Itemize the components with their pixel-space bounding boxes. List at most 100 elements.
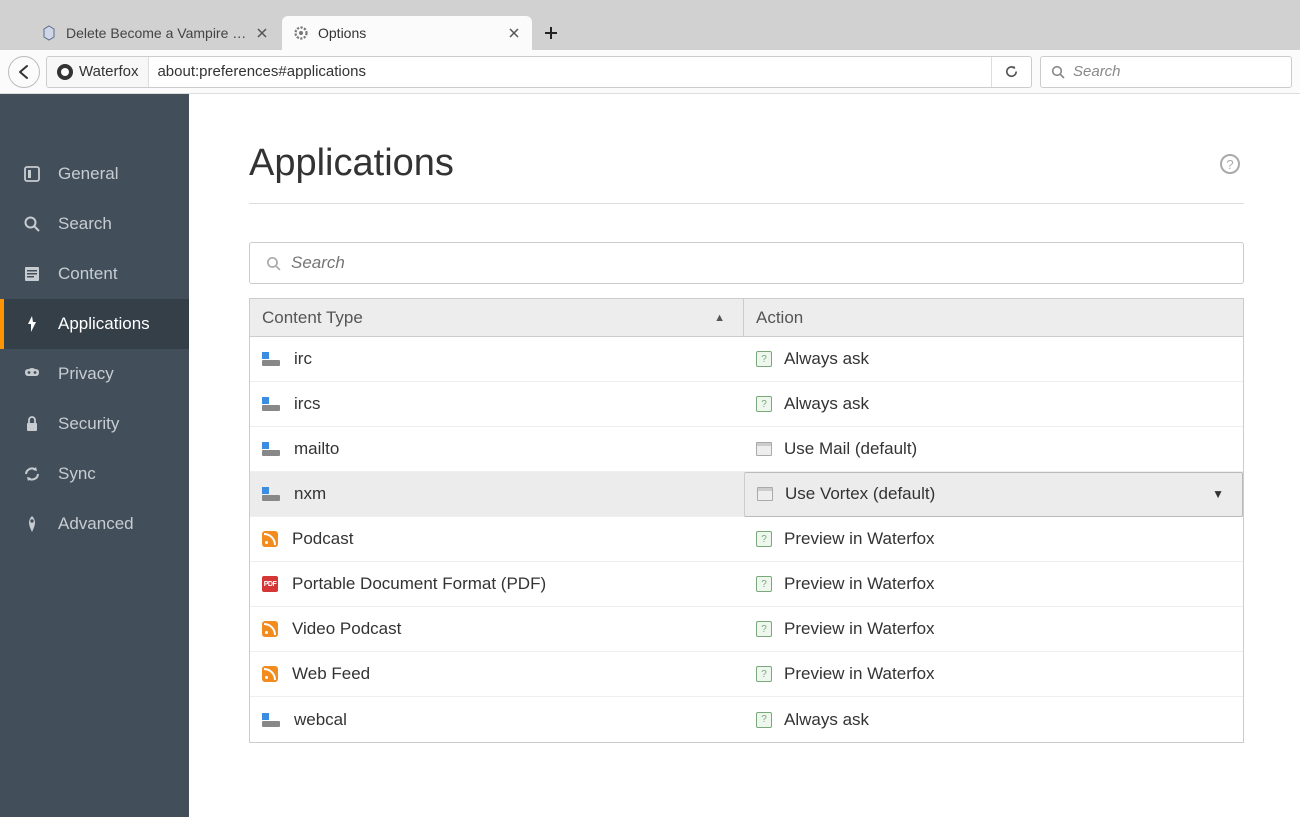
content-type-cell: webcal — [250, 710, 744, 730]
new-tab-button[interactable] — [534, 16, 568, 50]
preferences-main: Applications ? Content Type ▲ Action irc… — [189, 94, 1300, 817]
content-type-cell: mailto — [250, 439, 744, 459]
preferences-sidebar: General Search Content Applications Privacy S… — [0, 94, 189, 817]
applications-icon — [22, 314, 42, 334]
sidebar-item-search[interactable]: Search — [0, 199, 189, 249]
rss-icon — [262, 621, 278, 637]
browser-search-box[interactable]: Search — [1040, 56, 1292, 88]
sidebar-item-content[interactable]: Content — [0, 249, 189, 299]
application-row[interactable]: PDFPortable Document Format (PDF)?Previe… — [250, 562, 1243, 607]
sidebar-item-sync[interactable]: Sync — [0, 449, 189, 499]
search-icon — [22, 214, 42, 234]
security-icon — [22, 414, 42, 434]
back-button[interactable] — [8, 56, 40, 88]
action-label: Always ask — [784, 710, 869, 730]
action-cell[interactable]: ? Preview in Waterfox — [744, 664, 1243, 684]
sidebar-item-privacy[interactable]: Privacy — [0, 349, 189, 399]
application-row[interactable]: Video Podcast ?Preview in Waterfox — [250, 607, 1243, 652]
rss-icon — [262, 666, 278, 682]
content-type-label: Video Podcast — [292, 619, 401, 639]
chevron-down-icon: ▼ — [1212, 487, 1224, 501]
action-label: Always ask — [784, 349, 869, 369]
tab-strip: Delete Become a Vampire L… Options — [0, 0, 1300, 50]
action-cell[interactable]: ? Preview in Waterfox — [744, 529, 1243, 549]
always-ask-icon: ? — [756, 396, 772, 412]
content-type-cell: irc — [250, 349, 744, 369]
application-row[interactable]: webcal?Always ask — [250, 697, 1243, 742]
column-content-type[interactable]: Content Type ▲ — [250, 299, 744, 336]
action-label: Use Vortex (default) — [785, 484, 935, 504]
sidebar-item-general[interactable]: General — [0, 149, 189, 199]
action-cell[interactable]: ?Always ask — [744, 710, 1243, 730]
sidebar-item-security[interactable]: Security — [0, 399, 189, 449]
content-type-cell: ircs — [250, 394, 744, 414]
tab-options[interactable]: Options — [282, 16, 532, 50]
sidebar-item-label: Content — [58, 264, 118, 284]
content-type-label: Portable Document Format (PDF) — [292, 574, 546, 594]
sidebar-item-label: Security — [58, 414, 119, 434]
divider — [249, 203, 1244, 204]
filter-input[interactable] — [291, 253, 1227, 273]
content-type-label: Web Feed — [292, 664, 370, 684]
action-cell[interactable]: ? Always ask — [744, 394, 1243, 414]
application-row[interactable]: Podcast?Preview in Waterfox — [250, 517, 1243, 562]
applications-filter[interactable] — [249, 242, 1244, 284]
sidebar-item-label: General — [58, 164, 118, 184]
sidebar-item-label: Search — [58, 214, 112, 234]
action-label: Preview in Waterfox — [784, 664, 935, 684]
protocol-icon — [262, 442, 280, 456]
content-type-cell: nxm — [250, 484, 744, 504]
help-icon[interactable]: ? — [1220, 154, 1240, 174]
action-cell[interactable]: Use Vortex (default) ▼ — [744, 472, 1243, 517]
application-row[interactable]: nxm Use Vortex (default) ▼ — [250, 472, 1243, 517]
sidebar-item-label: Sync — [58, 464, 96, 484]
tab-delete-vampire[interactable]: Delete Become a Vampire L… — [30, 16, 280, 50]
action-label: Preview in Waterfox — [784, 529, 935, 549]
column-action[interactable]: Action — [744, 299, 1243, 336]
content-icon — [22, 264, 42, 284]
application-row[interactable]: Web Feed? Preview in Waterfox — [250, 652, 1243, 697]
protocol-icon — [262, 397, 280, 411]
identity-box[interactable]: Waterfox — [47, 57, 149, 87]
nexus-favicon — [40, 24, 58, 42]
privacy-icon — [22, 364, 42, 384]
tab-label: Delete Become a Vampire L… — [66, 25, 254, 41]
content-type-cell: Web Feed — [250, 664, 744, 684]
url-text[interactable]: about:preferences#applications — [149, 63, 991, 80]
waterfox-logo-icon — [57, 64, 73, 80]
tab-close-icon[interactable] — [506, 25, 522, 41]
content-type-cell: PDFPortable Document Format (PDF) — [250, 574, 744, 594]
nav-toolbar: Waterfox about:preferences#applications … — [0, 50, 1300, 94]
rss-icon — [262, 531, 278, 547]
application-row[interactable]: mailto Use Mail (default) — [250, 427, 1243, 472]
sidebar-item-applications[interactable]: Applications — [0, 299, 189, 349]
application-row[interactable]: ircs? Always ask — [250, 382, 1243, 427]
application-row[interactable]: irc?Always ask — [250, 337, 1243, 382]
sidebar-item-advanced[interactable]: Advanced — [0, 499, 189, 549]
action-cell[interactable]: ?Preview in Waterfox — [744, 574, 1243, 594]
action-cell[interactable]: ?Preview in Waterfox — [744, 619, 1243, 639]
action-label: Preview in Waterfox — [784, 619, 935, 639]
search-placeholder: Search — [1073, 63, 1121, 80]
action-cell[interactable]: Use Mail (default) — [744, 439, 1243, 459]
general-icon — [22, 164, 42, 184]
content-type-label: nxm — [294, 484, 326, 504]
always-ask-icon: ? — [756, 531, 772, 547]
search-icon — [266, 256, 281, 271]
action-cell[interactable]: ?Always ask — [744, 349, 1243, 369]
reload-button[interactable] — [991, 57, 1031, 87]
action-label: Use Mail (default) — [784, 439, 917, 459]
identity-label: Waterfox — [79, 63, 138, 80]
search-icon — [1051, 65, 1065, 79]
always-ask-icon: ? — [756, 666, 772, 682]
content-type-label: mailto — [294, 439, 339, 459]
page-title: Applications — [249, 142, 1244, 185]
protocol-icon — [262, 352, 280, 366]
action-label: Always ask — [784, 394, 869, 414]
protocol-icon — [262, 713, 280, 727]
tab-label: Options — [318, 25, 506, 41]
url-bar[interactable]: Waterfox about:preferences#applications — [46, 56, 1032, 88]
tab-close-icon[interactable] — [254, 25, 270, 41]
sidebar-item-label: Applications — [58, 314, 150, 334]
application-icon — [757, 487, 773, 501]
